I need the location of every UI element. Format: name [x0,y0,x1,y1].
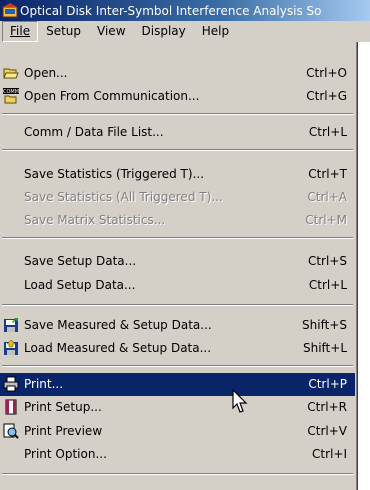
menu-item-print-option-accel: Ctrl+I [312,447,347,461]
menu-item-print-option-label: Print Option... [24,447,107,461]
window-title-bar[interactable]: Optical Disk Inter-Symbol Interference A… [0,0,370,21]
menu-item-print-setup[interactable]: Print Setup... Ctrl+R [0,396,355,419]
menu-file[interactable]: File [2,21,39,42]
menu-separator [2,149,353,151]
menu-separator [2,304,353,306]
menu-item-print-setup-label: Print Setup... [24,400,102,414]
menu-view[interactable]: View [89,21,133,42]
menu-setup[interactable]: Setup [38,21,89,42]
menu-display-label: Display [141,24,186,38]
menu-bar: File Setup View Display Help [0,21,370,42]
mouse-cursor-icon [232,389,248,413]
menu-item-save-stats-accel: Ctrl+T [308,167,347,181]
menu-item-save-matrix: Save Matrix Statistics... Ctrl+M [0,209,355,232]
menu-separator [2,473,353,475]
menu-item-comm-list-accel: Ctrl+L [308,125,347,139]
menu-item-load-measured[interactable]: Load Measured & Setup Data... Shift+L [0,337,355,360]
open-folder-icon [3,68,19,79]
menu-item-save-stats-all: Save Statistics (All Triggered T)... Ctr… [0,186,355,209]
menu-file-label: File [10,24,31,38]
menu-item-print-setup-accel: Ctrl+R [307,400,347,414]
menu-item-save-measured-accel: Shift+S [302,318,347,332]
menu-item-print-preview-label: Print Preview [24,424,103,438]
menu-item-open-accel: Ctrl+O [306,66,347,80]
menu-help-label: Help [201,24,230,38]
menu-setup-label: Setup [46,24,82,38]
menu-item-load-measured-accel: Shift+L [302,341,347,355]
menu-item-save-matrix-label: Save Matrix Statistics... [24,213,166,227]
print-preview-icon [3,423,19,439]
menu-item-print-accel: Ctrl+P [308,377,347,391]
menu-item-save-stats-all-label: Save Statistics (All Triggered T)... [24,190,223,204]
menu-item-save-measured[interactable]: Save Measured & Setup Data... Shift+S [0,314,355,337]
menu-item-open[interactable]: Open... Ctrl+O [0,62,355,85]
menu-item-save-setup-accel: Ctrl+S [307,254,347,268]
menu-item-print-option[interactable]: Print Option... Ctrl+I [0,443,355,466]
menu-separator [2,113,353,115]
menu-item-save-stats[interactable]: Save Statistics (Triggered T)... Ctrl+T [0,163,355,186]
menu-item-open-comm-label: Open From Communication... [24,89,200,103]
menu-item-print-preview[interactable]: Print Preview Ctrl+V [0,420,355,443]
page-setup-icon [5,399,17,415]
menu-item-save-stats-label: Save Statistics (Triggered T)... [24,167,205,181]
svg-text:COMM: COMM [3,89,19,95]
file-menu-dropdown: Open... Ctrl+O COMM Open From Communicat… [0,42,358,490]
load-measured-icon [4,340,18,355]
menu-item-load-setup-label: Load Setup Data... [24,278,136,292]
menu-separator [2,237,353,239]
comm-icon: COMM [3,88,19,104]
menu-item-load-setup-accel: Ctrl+L [308,278,347,292]
menu-item-open-comm[interactable]: COMM Open From Communication... Ctrl+G [0,85,355,108]
menu-item-open-comm-accel: Ctrl+G [306,89,347,103]
menu-help[interactable]: Help [194,21,237,42]
menu-item-print-preview-accel: Ctrl+V [307,424,347,438]
menu-display[interactable]: Display [134,21,194,42]
save-measured-icon [4,318,18,332]
menu-item-save-matrix-accel: Ctrl+M [305,213,347,227]
menu-item-save-measured-label: Save Measured & Setup Data... [24,318,212,332]
menu-item-load-measured-label: Load Measured & Setup Data... [24,341,212,355]
menu-view-label: View [97,24,126,38]
menu-item-print[interactable]: Print... Ctrl+P [0,373,355,396]
app-icon [2,2,18,17]
menu-item-comm-list[interactable]: Comm / Data File List... Ctrl+L [0,121,355,144]
menu-item-open-label: Open... [24,66,68,80]
printer-icon [3,376,19,392]
menu-item-save-stats-all-accel: Ctrl+A [307,190,347,204]
window-title: Optical Disk Inter-Symbol Interference A… [20,3,322,18]
menu-item-comm-list-label: Comm / Data File List... [24,125,164,139]
menu-item-load-setup[interactable]: Load Setup Data... Ctrl+L [0,274,355,297]
menu-separator [2,365,353,367]
menu-item-save-setup[interactable]: Save Setup Data... Ctrl+S [0,250,355,273]
menu-item-print-label: Print... [24,377,64,391]
menu-item-save-setup-label: Save Setup Data... [24,254,137,268]
